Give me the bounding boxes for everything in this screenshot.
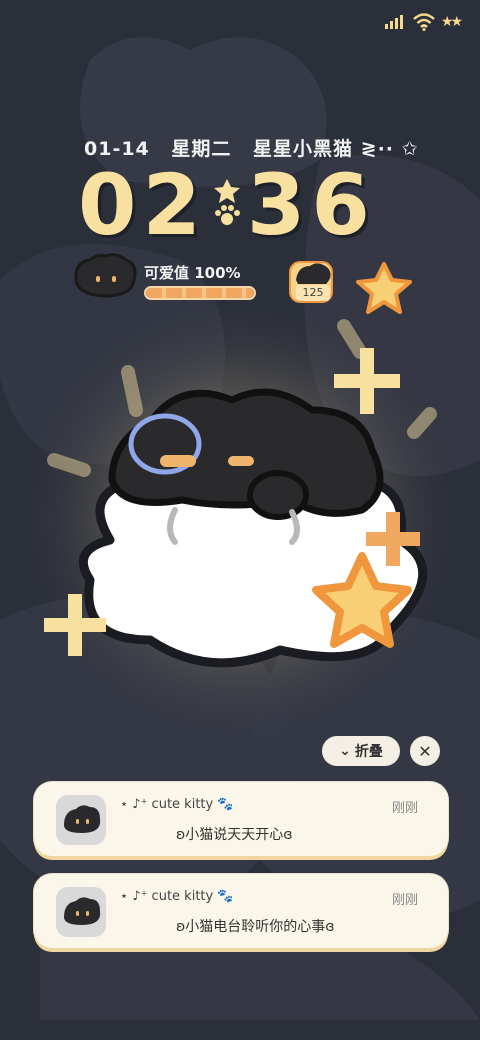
wifi-icon xyxy=(413,13,435,31)
notification-app-name: ⋆ ♪⁺ cute kitty 🐾 xyxy=(120,889,234,904)
notification-message: ʚ小猫电台聆听你的心事ɞ xyxy=(176,919,335,935)
notification-message: ʚ小猫说天天开心ɞ xyxy=(176,827,293,843)
notification-time: 刚刚 xyxy=(391,801,418,816)
status-bar: ★★ xyxy=(384,10,463,34)
app-icon xyxy=(56,887,106,937)
cat-app-icon xyxy=(64,805,101,833)
notification-time: 刚刚 xyxy=(391,893,418,908)
fold-label: 折叠 xyxy=(354,744,383,760)
clock-hour: 02 xyxy=(78,156,207,254)
clock-separator xyxy=(207,163,247,247)
clock: 02 36 xyxy=(78,160,408,250)
cat-badge-count: 125 xyxy=(296,285,330,301)
app-icon xyxy=(56,795,106,845)
clear-notifications-button[interactable]: ✕ xyxy=(410,736,440,766)
stars-battery-icon: ★★ xyxy=(440,14,463,30)
star-paw-icon xyxy=(213,179,240,225)
fold-notifications-button[interactable]: ⌄ 折叠 xyxy=(322,736,400,766)
cat-app-icon xyxy=(64,897,101,925)
notification-app-name: ⋆ ♪⁺ cute kitty 🐾 xyxy=(120,797,234,812)
signal-bars-icon xyxy=(384,15,403,29)
close-icon: ✕ xyxy=(418,741,432,761)
cuteness-label: 可爱值 100% xyxy=(144,264,241,282)
clock-minute: 36 xyxy=(246,156,376,254)
cat-face-icon xyxy=(74,253,137,298)
cuteness-progress-fill xyxy=(146,288,254,298)
notification-card[interactable]: ⋆ ♪⁺ cute kitty 🐾 刚刚 ʚ小猫电台聆听你的心事ɞ xyxy=(34,874,448,948)
cuteness-progress-bar xyxy=(144,286,256,300)
notification-card[interactable]: ⋆ ♪⁺ cute kitty 🐾 刚刚 ʚ小猫说天天开心ɞ xyxy=(34,782,448,856)
chevron-down-icon: ⌄ xyxy=(339,743,351,759)
